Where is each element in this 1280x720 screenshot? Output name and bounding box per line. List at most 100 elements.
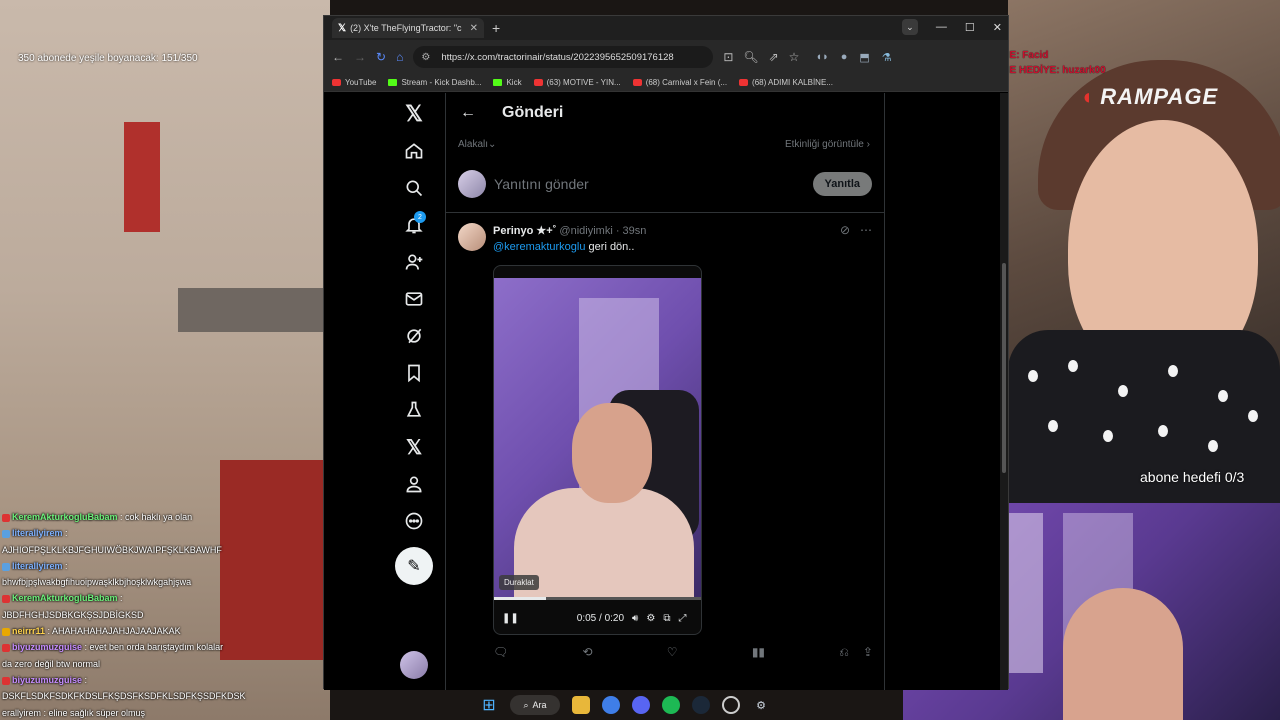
bookmark-label: (68) Carnival x Fein (... <box>645 78 728 87</box>
share-icon[interactable]: ⇗ <box>769 50 779 64</box>
compose-post-button[interactable]: ✎ <box>395 547 433 585</box>
reply-button[interactable]: Yanıtla <box>812 171 872 196</box>
account-avatar[interactable] <box>400 651 428 679</box>
home-icon[interactable] <box>398 135 430 167</box>
extension-audio-icon[interactable]: ◖◗ <box>815 51 828 64</box>
picture-in-picture-icon[interactable]: ⧉ <box>663 613 670 624</box>
kick-icon <box>493 79 503 86</box>
chat-username: literallyirem <box>12 528 63 539</box>
explore-search-icon[interactable] <box>398 172 430 204</box>
windows-start-icon[interactable]: ⊞ <box>480 696 498 714</box>
video-progress-bar[interactable] <box>494 597 701 600</box>
author-name[interactable]: Perinyo ★+˚ <box>493 225 556 237</box>
tab-search-icon[interactable]: ⌄ <box>901 19 918 35</box>
url-field[interactable]: ⚙ https://x.com/tractorinair/status/2022… <box>413 46 714 68</box>
volume-icon[interactable]: 🔊︎ <box>632 613 638 624</box>
scrollbar-thumb[interactable] <box>1002 263 1006 473</box>
steam-icon[interactable] <box>692 696 710 714</box>
taskbar-search[interactable]: ⌕ Ara <box>510 695 560 715</box>
messages-mail-icon[interactable] <box>398 283 430 315</box>
profile-icon[interactable] <box>398 468 430 500</box>
avatar <box>458 169 486 198</box>
bookmark-item[interactable]: (63) MOTIVE - YIN... <box>533 78 621 87</box>
like-heart-icon[interactable]: ♡ <box>667 645 678 660</box>
page-scrollbar[interactable] <box>1000 93 1008 690</box>
extensions-puzzle-icon[interactable]: ⬒ <box>859 51 869 64</box>
notifications-bell-icon[interactable]: 2 <box>398 209 430 241</box>
more-options-icon[interactable]: ⋯ <box>860 223 872 237</box>
reload-icon[interactable]: ↻ <box>376 50 386 64</box>
video-frame <box>494 278 701 598</box>
x-page: 𝕏 2 𝕏 ✎ ← Gönderi Alakalı⌄ Etkinliği gör… <box>324 93 1008 690</box>
rampage-mark-icon: ◖ <box>1080 84 1095 109</box>
screenshot-icon[interactable]: ⊡ <box>723 50 733 64</box>
pause-tooltip: Duraklat <box>499 575 539 590</box>
bookmark-item[interactable]: Kick <box>493 78 522 87</box>
extension-flask-icon[interactable]: ⚗ <box>882 51 892 64</box>
views-chart-icon[interactable]: ▮▮ <box>752 645 765 660</box>
reply-icon[interactable]: 🗨︎ <box>493 645 508 660</box>
bookmark-label: (63) MOTIVE - YIN... <box>546 78 621 87</box>
chat-text: da zero değil btw normal <box>2 658 101 669</box>
more-circle-icon[interactable] <box>398 505 430 537</box>
settings-icon[interactable]: ⚙ <box>752 696 770 714</box>
pause-icon[interactable]: ❚❚ <box>502 613 519 624</box>
follow-person-icon[interactable] <box>398 246 430 278</box>
home-icon[interactable]: ⌂ <box>396 50 403 64</box>
chat-message: biyuzumuzguise : <box>2 672 332 688</box>
back-arrow-icon[interactable]: ← <box>460 104 476 122</box>
bookmark-star-icon[interactable]: ☆ <box>789 50 800 64</box>
reply-tweet[interactable]: Perinyo ★+˚ @nidiyimki · 39sn ⊘ ⋯ @kerem… <box>446 213 884 673</box>
close-window-icon[interactable]: ✕ <box>993 21 1002 34</box>
bookmark-icon[interactable]: ⎌ <box>839 645 849 660</box>
chat-message: JBDFHGHJSDBKGKŞSJDBİGKSD <box>2 607 332 623</box>
grok-icon[interactable] <box>398 320 430 352</box>
bookmark-item[interactable]: YouTube <box>332 78 376 87</box>
video-player[interactable]: Duraklat ❚❚ 0:05 / 0:20 🔊︎ ⚙ ⧉ ⤢ <box>493 265 702 635</box>
windows-taskbar: ⊞ ⌕ Ara ⚙ <box>480 690 800 720</box>
reply-filter-row: Alakalı⌄ Etkinliği görüntüle › <box>446 133 884 155</box>
tweet-actions-right: ⎌ ⇪ <box>839 645 873 660</box>
x-logo-icon[interactable]: 𝕏 <box>398 98 430 130</box>
file-explorer-icon[interactable] <box>572 696 590 714</box>
chrome-icon[interactable] <box>602 696 620 714</box>
site-info-icon[interactable]: ⚙ <box>421 52 430 63</box>
zoom-icon[interactable]: 🔍︎ <box>743 50 758 64</box>
sub-goal-counter: abone hedefi 0/3 <box>1140 469 1245 485</box>
youtube-icon <box>632 79 642 86</box>
close-tab-icon[interactable]: ✕ <box>470 23 478 34</box>
extension-blue-icon[interactable]: ● <box>841 51 848 64</box>
bookmark-item[interactable]: Stream - Kick Dashb... <box>388 78 481 87</box>
repost-icon[interactable]: ⟲ <box>582 645 592 660</box>
x-sidebar: 𝕏 2 𝕏 ✎ <box>392 93 436 690</box>
chat-text: : <box>84 674 88 685</box>
app-icon[interactable] <box>722 696 740 714</box>
browser-tab[interactable]: 𝕏 (2) X'te TheFlyingTractor: "c ✕ <box>332 18 484 38</box>
forward-icon[interactable]: → <box>354 50 366 64</box>
fullscreen-icon[interactable]: ⤢ <box>678 613 686 624</box>
chat-badge-icon <box>2 676 10 685</box>
back-icon[interactable]: ← <box>332 50 344 64</box>
spotify-icon[interactable] <box>662 696 680 714</box>
avatar[interactable] <box>458 223 486 251</box>
share-icon[interactable]: ⇪ <box>863 645 873 660</box>
bookmark-item[interactable]: (68) Carnival x Fein (... <box>632 78 728 87</box>
bookmarks-icon[interactable] <box>398 357 430 389</box>
reply-input[interactable]: Yanıtını gönder <box>494 176 805 192</box>
chat-message: literallyirem : <box>2 558 332 574</box>
maximize-icon[interactable]: ☐ <box>965 21 975 34</box>
bookmark-item[interactable]: (68) ADIMI KALBİNE... <box>739 78 833 87</box>
page-title: Gönderi <box>502 104 564 121</box>
new-tab-icon[interactable]: + <box>492 20 500 36</box>
premium-x-icon[interactable]: 𝕏 <box>398 431 430 463</box>
discord-icon[interactable] <box>632 696 650 714</box>
grok-icon[interactable]: ⊘ <box>840 223 850 237</box>
chat-message: neirrr11 : AHAHAHAHAJAHJAJAAJAKAK <box>2 623 332 639</box>
minimize-icon[interactable]: — <box>936 21 947 33</box>
wall-sign <box>124 122 160 232</box>
mention-link[interactable]: @keremakturkoglu <box>493 241 585 253</box>
view-activity-link[interactable]: Etkinliği görüntüle › <box>785 139 870 150</box>
settings-gear-icon[interactable]: ⚙ <box>646 613 655 624</box>
labs-flask-icon[interactable] <box>398 394 430 426</box>
relevance-dropdown[interactable]: Alakalı⌄ <box>458 139 496 150</box>
